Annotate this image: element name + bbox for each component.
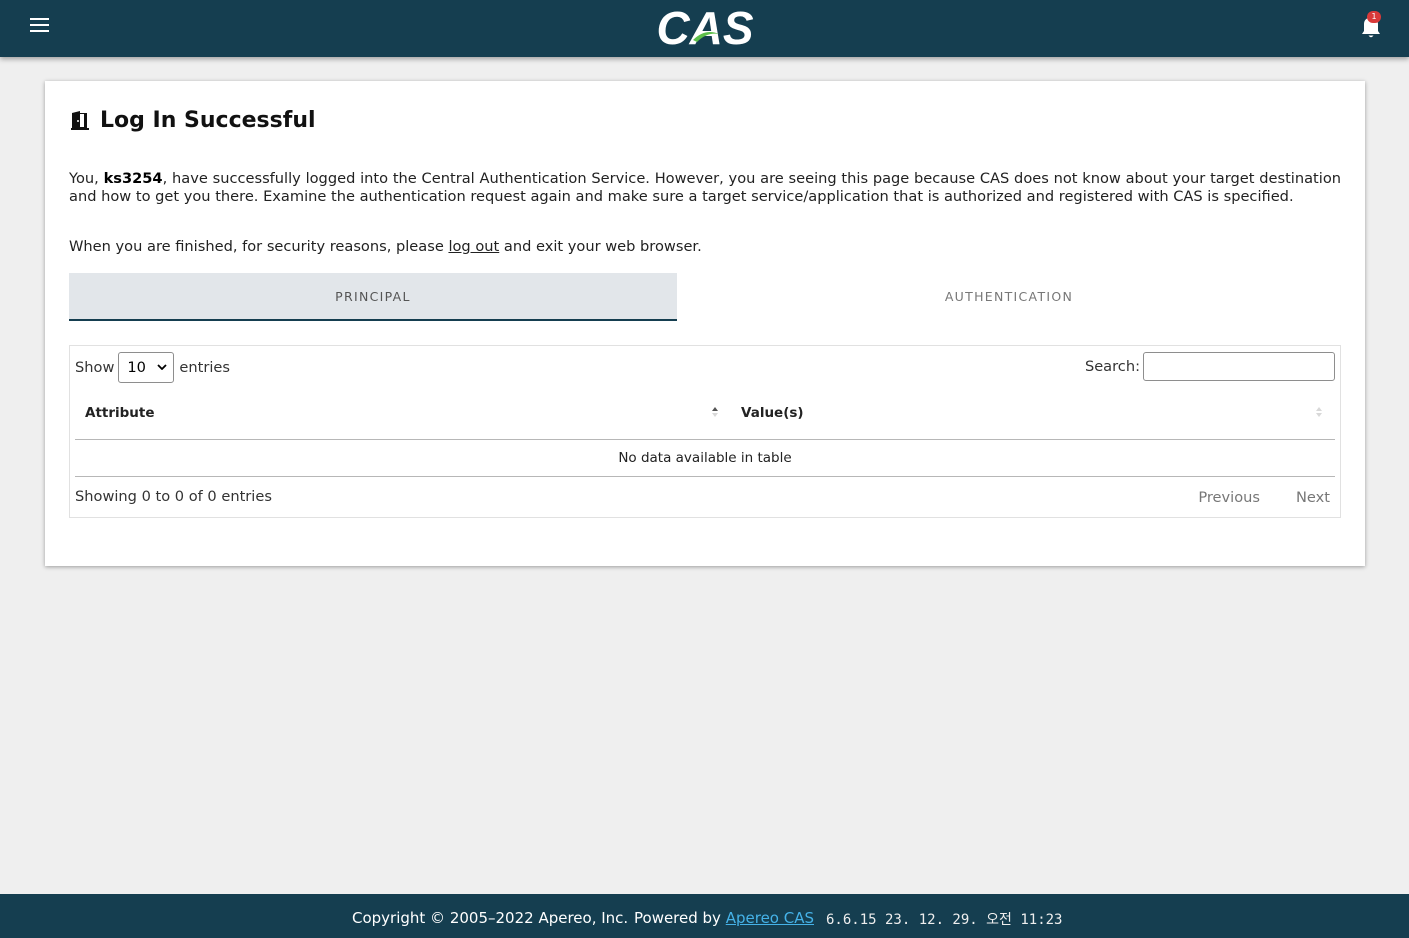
sort-both-icon: [1316, 407, 1322, 417]
page-title: Log In Successful: [100, 107, 316, 133]
chevron-down-icon: [157, 364, 168, 370]
tab-principal[interactable]: PRINCIPAL: [69, 273, 677, 321]
search-control: Search:: [1085, 351, 1335, 381]
attributes-table: Show 10 entries Search: Attribute Value(…: [69, 345, 1341, 518]
notification-badge: 1: [1367, 11, 1381, 23]
column-header-attribute[interactable]: Attribute: [85, 394, 725, 439]
page-length-select[interactable]: 10: [118, 351, 175, 383]
notifications-bell-icon[interactable]: 1: [1358, 11, 1384, 40]
success-message: You, ks3254, have successfully logged in…: [69, 170, 1341, 205]
door-exit-icon: [71, 111, 89, 130]
cas-logo: CAS: [655, 0, 755, 57]
next-button[interactable]: Next: [1296, 489, 1330, 506]
username: ks3254: [103, 170, 163, 187]
logout-message: When you are finished, for security reas…: [69, 238, 702, 255]
tab-authentication[interactable]: AUTHENTICATION: [677, 273, 1341, 321]
tab-bar: PRINCIPAL AUTHENTICATION: [69, 273, 1341, 321]
apereo-cas-link[interactable]: Apereo CAS: [726, 909, 814, 927]
sort-asc-icon: [712, 407, 718, 417]
copyright-text: Copyright © 2005–2022 Apereo, Inc.: [352, 909, 629, 927]
table-empty-row: No data available in table: [75, 440, 1335, 477]
logo-text: CAS: [656, 2, 753, 54]
powered-by: Powered by Apereo CAS: [634, 909, 814, 927]
logout-link[interactable]: log out: [448, 238, 499, 255]
pagination: Previous Next: [1162, 489, 1330, 506]
version-info: 6.6.15 23. 12. 29. 오전 11:23: [826, 912, 1063, 928]
table-header: Attribute Value(s): [75, 394, 1335, 440]
login-success-card: Log In Successful You, ks3254, have succ…: [45, 81, 1365, 566]
footer: Copyright © 2005–2022 Apereo, Inc. Power…: [0, 894, 1409, 938]
search-input[interactable]: [1143, 351, 1335, 381]
table-info: Showing 0 to 0 of 0 entries: [75, 488, 272, 505]
page-length-control: Show 10 entries: [75, 351, 230, 383]
menu-icon[interactable]: [30, 18, 50, 36]
top-header: CAS 1: [0, 0, 1409, 57]
column-header-values[interactable]: Value(s): [741, 394, 1331, 439]
previous-button[interactable]: Previous: [1198, 489, 1260, 506]
title-row: Log In Successful: [69, 105, 316, 135]
